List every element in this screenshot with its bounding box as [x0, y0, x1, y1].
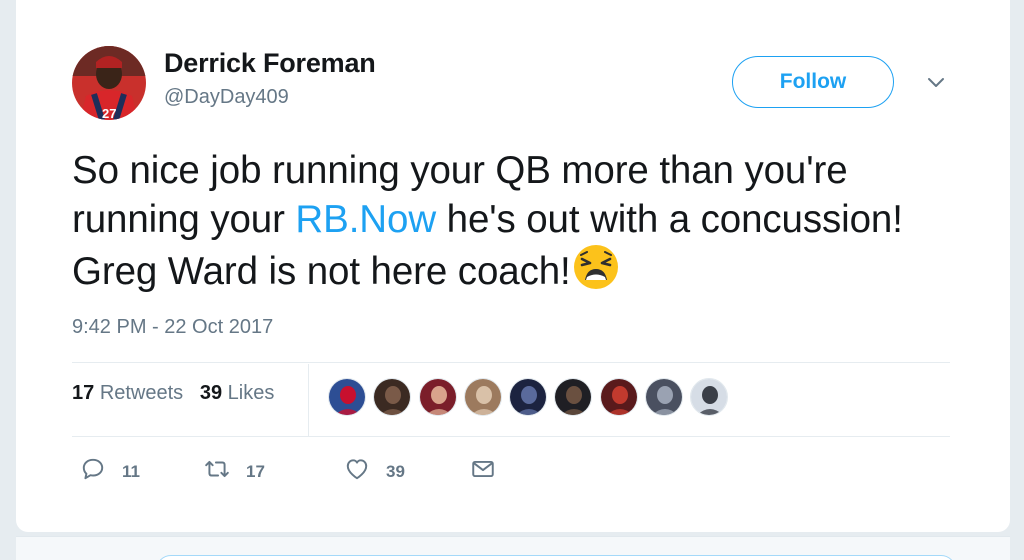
tweet-card: 27 Derrick Foreman @DayDay409 Follow So … [16, 0, 1010, 532]
follow-button[interactable]: Follow [732, 56, 894, 108]
retweet-count: 17 [246, 461, 265, 481]
liker-avatar-2[interactable] [373, 378, 412, 416]
reply-action[interactable]: 11 [80, 456, 140, 487]
like-action[interactable]: 39 [344, 456, 405, 487]
stats-separator [308, 364, 309, 436]
retweets-stat[interactable]: 17 Retweets [72, 382, 183, 404]
liker-avatar-3[interactable] [418, 378, 457, 416]
liker-avatar-6[interactable] [554, 378, 593, 416]
chevron-down-icon[interactable] [924, 70, 948, 94]
tweet-link[interactable]: RB.Now [295, 198, 436, 241]
reply-count: 11 [122, 461, 140, 481]
svg-text:27: 27 [102, 106, 116, 120]
reply-area [16, 536, 1010, 560]
liker-avatar-5[interactable] [509, 378, 548, 416]
weary-face-emoji [573, 244, 619, 290]
likes-stat[interactable]: 39 Likes [200, 382, 275, 404]
envelope-icon [470, 456, 496, 487]
retweet-icon [204, 456, 230, 487]
tweet-stats: 17 Retweets 39 Likes [72, 382, 274, 405]
retweet-action[interactable]: 17 [204, 456, 265, 487]
reply-input[interactable] [156, 555, 956, 560]
likes-label: Likes [227, 382, 275, 404]
liker-avatar-1[interactable] [328, 378, 366, 416]
tweet-text: So nice job running your QB more than yo… [72, 146, 952, 296]
reply-icon [80, 456, 106, 487]
tweet-timestamp[interactable]: 9:42 PM - 22 Oct 2017 [72, 316, 273, 339]
liker-avatars [328, 378, 736, 416]
author-avatar[interactable]: 27 [72, 46, 146, 120]
liker-avatar-7[interactable] [599, 378, 638, 416]
likes-count: 39 [199, 382, 223, 404]
author-name[interactable]: Derrick Foreman [164, 48, 376, 79]
heart-icon [344, 456, 370, 487]
retweets-label: Retweets [99, 382, 184, 404]
like-count: 39 [386, 461, 405, 481]
direct-message-action[interactable] [470, 456, 496, 487]
author-handle[interactable]: @DayDay409 [164, 86, 289, 109]
liker-avatar-4[interactable] [463, 378, 502, 416]
divider-bottom [72, 436, 950, 437]
liker-avatar-9[interactable] [690, 378, 729, 416]
liker-avatar-8[interactable] [645, 378, 684, 416]
divider-top [72, 362, 950, 363]
retweets-count: 17 [72, 382, 95, 404]
